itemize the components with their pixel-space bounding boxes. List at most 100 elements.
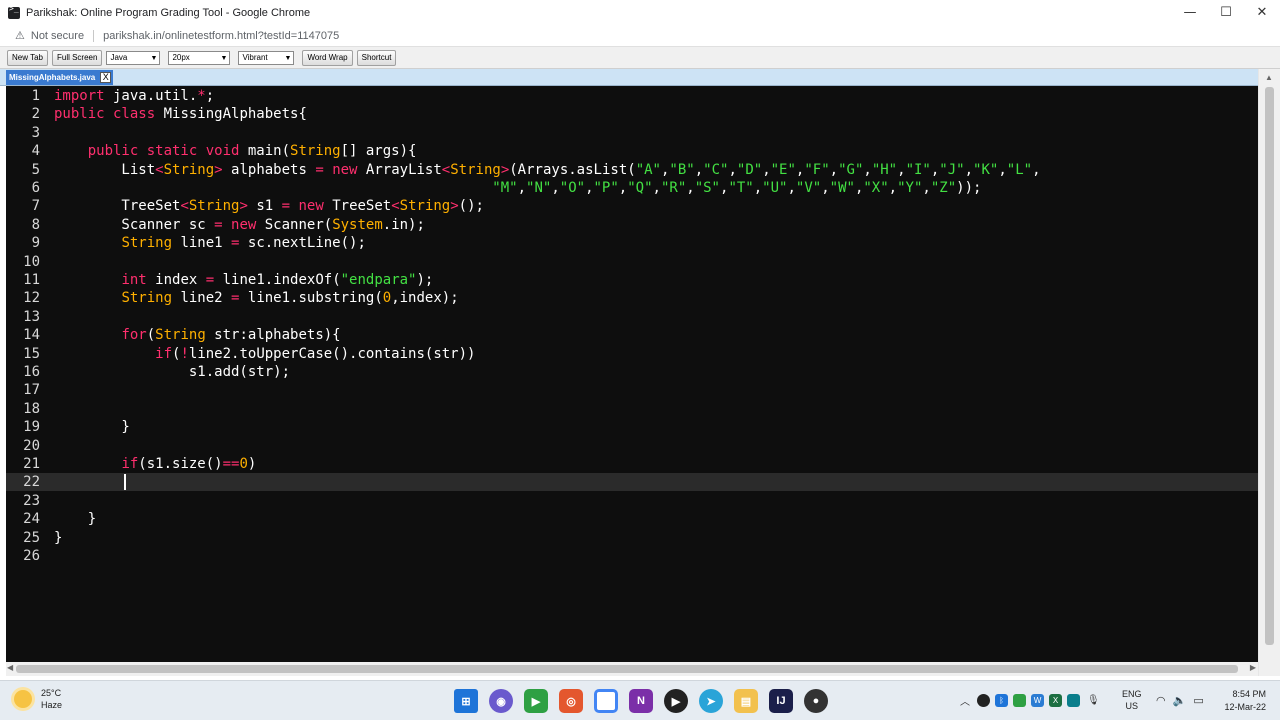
code-token: new	[231, 216, 257, 233]
code-text: import java.util.*;	[54, 87, 214, 105]
play-store-icon[interactable]: ▶	[524, 689, 548, 713]
vertical-scroll-thumb[interactable]	[1265, 87, 1274, 645]
code-line[interactable]: 22	[6, 473, 1258, 492]
security-status[interactable]: Not secure	[31, 30, 84, 42]
code-token: ==	[222, 456, 240, 472]
code-line[interactable]: 21 if(s1.size()==0)	[6, 455, 1258, 473]
code-token: for	[121, 327, 147, 344]
word-wrap-button[interactable]: Word Wrap	[302, 49, 353, 66]
code-line[interactable]: 14 for(String str:alphabets){	[6, 326, 1258, 344]
code-text: TreeSet<String> s1 = new TreeSet<String>…	[54, 197, 484, 215]
code-token: main(	[239, 143, 291, 160]
code-token: "Y"	[897, 180, 923, 196]
chrome-icon[interactable]	[594, 689, 618, 713]
code-line[interactable]: 10	[6, 253, 1258, 271]
code-token: *	[197, 88, 206, 104]
scroll-up-icon[interactable]: ▲	[1265, 73, 1273, 82]
code-text: "M","N","O","P","Q","R","S","T","U","V",…	[54, 179, 981, 197]
battery-icon[interactable]: ▭	[1193, 694, 1203, 707]
microphone-icon[interactable]: 🎙	[1087, 695, 1100, 706]
horizontal-scroll-thumb[interactable]	[16, 665, 1238, 673]
close-tab-icon[interactable]: X	[100, 72, 112, 83]
tray-app-icon[interactable]	[1067, 694, 1080, 707]
telegram-icon[interactable]: ➤	[699, 689, 723, 713]
code-line[interactable]: 8 Scanner sc = new Scanner(System.in);	[6, 216, 1258, 234]
code-line[interactable]: 20	[6, 437, 1258, 455]
bluetooth-icon[interactable]: ᛒ	[995, 694, 1008, 707]
code-token: ,	[829, 161, 839, 178]
code-line[interactable]: 4 public static void main(String[] args)…	[6, 142, 1258, 160]
code-token: ,	[585, 180, 594, 196]
start-icon[interactable]: ⊞	[454, 689, 478, 713]
obs-icon[interactable]: ●	[804, 689, 828, 713]
code-token: TreeSet	[323, 198, 392, 215]
code-line[interactable]: 7 TreeSet<String> s1 = new TreeSet<Strin…	[6, 197, 1258, 215]
code-line[interactable]: 11 int index = line1.indexOf("endpara");	[6, 271, 1258, 289]
code-line[interactable]: 9 String line1 = sc.nextLine();	[6, 234, 1258, 252]
code-token: =	[214, 216, 223, 233]
url-field[interactable]: parikshak.in/onlinetestform.html?testId=…	[103, 30, 339, 42]
code-token: line2.toUpperCase().contains(str))	[188, 345, 476, 362]
wifi-icon[interactable]: ◠	[1156, 694, 1166, 707]
code-line[interactable]: 12 String line2 = line1.substring(0,inde…	[6, 289, 1258, 307]
shortcut-button[interactable]: Shortcut	[356, 49, 397, 66]
horizontal-scrollbar[interactable]: ◀ ▶	[6, 662, 1258, 676]
code-line[interactable]: 26	[6, 547, 1258, 565]
minimize-button[interactable]: —	[1172, 0, 1208, 25]
word-icon[interactable]: W	[1031, 694, 1044, 707]
volume-icon[interactable]: 🔈	[1173, 694, 1187, 707]
code-editor[interactable]: 1 import java.util.*; 2 public class Missin…	[6, 86, 1258, 662]
tray-app-icon[interactable]	[977, 694, 990, 707]
code-token: "X"	[863, 180, 889, 196]
code-token: ;	[205, 88, 215, 104]
system-icons[interactable]: ◠ 🔈 ▭	[1156, 694, 1211, 707]
code-token: "F"	[804, 161, 830, 178]
code-line[interactable]: 23	[6, 492, 1258, 510]
sun-icon	[14, 690, 32, 708]
theme-select[interactable]: Vibrant ▼	[238, 50, 295, 65]
code-line[interactable]: 19 }	[6, 418, 1258, 436]
language-indicator[interactable]: ENG US	[1122, 688, 1142, 712]
chevron-up-icon[interactable]: ︿	[960, 693, 970, 708]
code-line[interactable]: 6 "M","N","O","P","Q","R","S","T","U","V…	[6, 179, 1258, 197]
code-token: )	[247, 456, 257, 472]
warning-icon[interactable]: ⚠	[15, 29, 25, 42]
new-tab-button[interactable]: New Tab	[7, 49, 48, 66]
chat-icon[interactable]: ◉	[489, 689, 513, 713]
full-screen-button[interactable]: Full Screen	[51, 49, 103, 66]
code-line[interactable]: 18	[6, 400, 1258, 418]
intellij-icon[interactable]: IJ	[769, 689, 793, 713]
excel-icon[interactable]: X	[1049, 694, 1062, 707]
code-line[interactable]: 15 if(!line2.toUpperCase().contains(str)…	[6, 345, 1258, 363]
scroll-left-icon[interactable]: ◀	[7, 663, 13, 672]
close-window-button[interactable]: ✕	[1244, 0, 1280, 25]
file-explorer-icon[interactable]: ▤	[734, 689, 758, 713]
code-token: ,	[998, 161, 1007, 178]
code-token: >	[500, 161, 510, 178]
code-line[interactable]: 1 import java.util.*;	[6, 87, 1258, 105]
code-token: <	[155, 161, 164, 178]
code-line[interactable]: 25}	[6, 529, 1258, 547]
language-select[interactable]: Java ▼	[106, 50, 161, 65]
onenote-icon[interactable]: N	[629, 689, 653, 713]
weather-widget[interactable]: 25°C Haze	[14, 687, 62, 711]
code-line[interactable]: 16 s1.add(str);	[6, 363, 1258, 381]
scroll-right-icon[interactable]: ▶	[1250, 663, 1256, 672]
vertical-scrollbar[interactable]: ▲	[1258, 69, 1280, 676]
code-line[interactable]: 24 }	[6, 510, 1258, 528]
code-token: ,	[618, 180, 628, 196]
code-line[interactable]: 13	[6, 308, 1258, 326]
maximize-button[interactable]: ☐	[1208, 0, 1244, 25]
code-line[interactable]: 2 public class MissingAlphabets{	[6, 105, 1258, 123]
file-tab[interactable]: MissingAlphabets.java X	[6, 70, 114, 85]
tray-app-icon[interactable]	[1013, 694, 1026, 707]
code-line[interactable]: 5 List<String> alphabets = new ArrayList…	[6, 161, 1258, 179]
media-player-icon[interactable]: ▶	[664, 689, 688, 713]
office-app-icon[interactable]: ◎	[559, 689, 583, 713]
clock[interactable]: 8:54 PM 12-Mar-22	[1224, 688, 1266, 714]
code-line[interactable]: 17	[6, 381, 1258, 399]
font-size-select[interactable]: 20px ▼	[168, 50, 231, 65]
code-line[interactable]: 3	[6, 124, 1258, 142]
clock-time: 8:54 PM	[1232, 689, 1266, 699]
